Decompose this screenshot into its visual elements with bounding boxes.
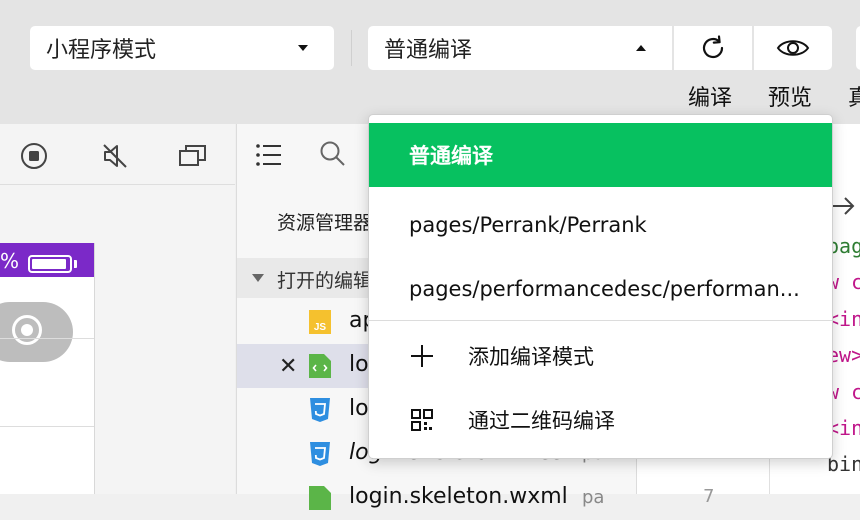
phone-screen[interactable]: % xyxy=(0,243,95,494)
battery-tip xyxy=(74,260,77,268)
eye-icon xyxy=(776,40,810,56)
preview-button[interactable] xyxy=(754,26,832,70)
plus-icon xyxy=(411,345,433,367)
dropdown-item-path[interactable]: pages/performancedesc/performan... xyxy=(369,257,832,321)
chevron-down-icon xyxy=(298,45,308,51)
simulator-toolbar xyxy=(0,124,235,185)
mode-select-value: 小程序模式 xyxy=(46,38,157,63)
js-icon: JS xyxy=(309,310,331,334)
explorer-title: 资源管理器 xyxy=(277,212,373,234)
compile-mode-dropdown: 普通编译 pages/Perrank/Perrank pages/perform… xyxy=(368,114,833,459)
stop-icon[interactable] xyxy=(20,142,48,170)
compile-select[interactable]: 普通编译 xyxy=(368,26,672,70)
list-icon[interactable] xyxy=(255,142,283,168)
search-icon[interactable] xyxy=(319,140,347,168)
qrcode-compile-item[interactable]: 通过二维码编译 xyxy=(369,387,832,451)
dropdown-divider xyxy=(369,320,832,321)
file-name: lo xyxy=(349,352,369,377)
toolbar-divider xyxy=(351,30,352,66)
file-path: pa xyxy=(582,487,605,508)
close-icon[interactable]: ✕ xyxy=(279,354,297,379)
capsule-dot xyxy=(21,324,33,336)
wxml-icon xyxy=(309,354,331,378)
css-icon xyxy=(310,398,330,422)
add-compile-mode-label: 添加编译模式 xyxy=(468,345,594,369)
mode-select[interactable]: 小程序模式 xyxy=(30,26,334,70)
battery-icon xyxy=(28,255,72,273)
window-icon[interactable] xyxy=(178,142,208,170)
toolbar: 小程序模式 普通编译 编译 预览 真 xyxy=(0,0,860,124)
file-name: login.skeleton.wxml xyxy=(349,484,568,509)
divider xyxy=(0,426,94,427)
dropdown-item-selected[interactable]: 普通编译 xyxy=(369,123,832,187)
add-compile-mode-item[interactable]: 添加编译模式 xyxy=(369,323,832,387)
file-name: lo xyxy=(349,396,369,421)
compile-button[interactable] xyxy=(674,26,752,70)
chevron-up-icon xyxy=(636,45,646,51)
js-icon-text: JS xyxy=(314,322,327,333)
mute-icon[interactable] xyxy=(101,142,129,170)
wxml-icon xyxy=(309,486,331,510)
real-device-button[interactable] xyxy=(856,26,860,70)
compile-select-value: 普通编译 xyxy=(384,38,473,63)
real-device-label: 真 xyxy=(848,86,860,111)
capsule-button[interactable] xyxy=(0,302,73,362)
file-row[interactable]: login.skeleton.wxml pa xyxy=(237,476,637,520)
battery-percent: % xyxy=(0,249,20,273)
arrow-right-icon[interactable] xyxy=(831,194,857,218)
qrcode-icon xyxy=(411,409,433,431)
preview-label: 预览 xyxy=(768,86,813,111)
refresh-icon xyxy=(702,35,724,59)
chevron-down-icon xyxy=(252,274,264,282)
dropdown-item-path[interactable]: pages/Perrank/Perrank xyxy=(369,193,832,257)
compile-label: 编译 xyxy=(688,86,733,111)
simulator-area: % xyxy=(0,185,235,494)
qrcode-compile-label: 通过二维码编译 xyxy=(468,409,615,433)
phone-status-bar: % xyxy=(0,243,94,277)
line-number: 7 xyxy=(703,486,715,507)
divider xyxy=(0,338,94,339)
css-icon xyxy=(310,442,330,466)
